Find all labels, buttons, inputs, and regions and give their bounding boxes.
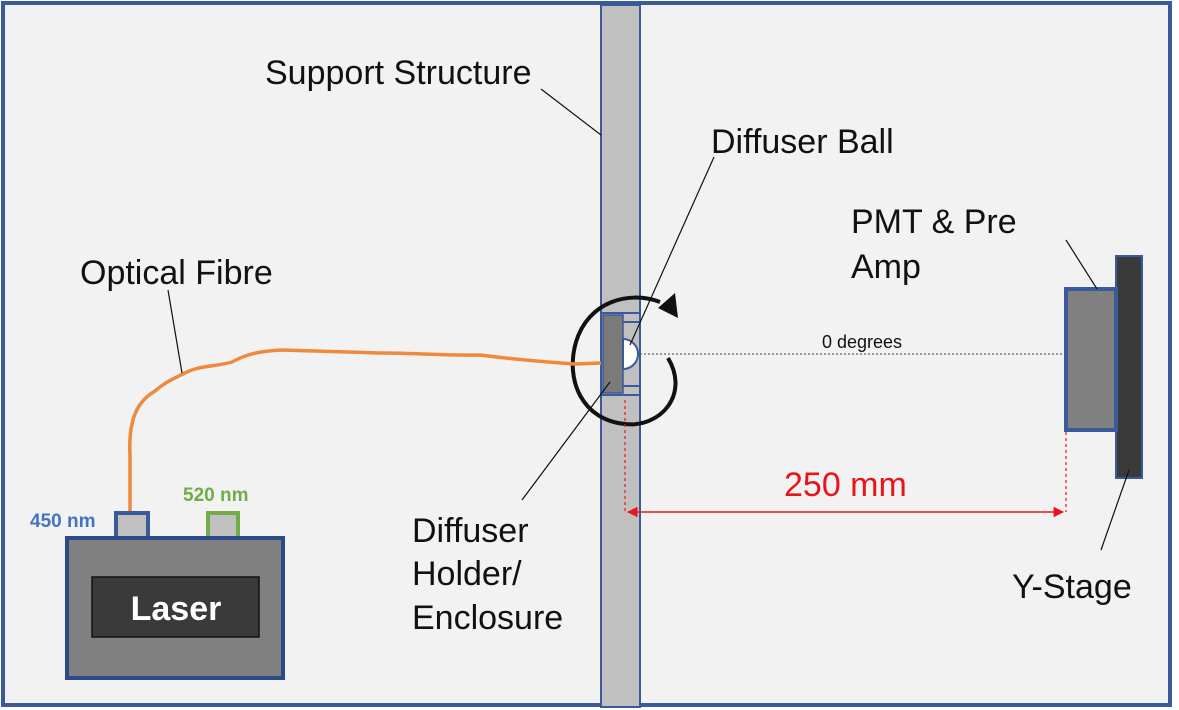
pmt-label-line2: Amp <box>851 248 921 286</box>
laser-port-450 <box>114 511 150 540</box>
y-stage <box>1115 255 1143 479</box>
laser-port-520 <box>206 511 240 540</box>
pmt-label-line1: PMT & Pre <box>851 203 1017 241</box>
holder-label-line2: Holder/ <box>412 555 522 593</box>
support-structure-label: Support Structure <box>265 54 531 92</box>
wavelength-450-label: 450 nm <box>30 511 95 532</box>
holder-label-line3: Enclosure <box>412 599 563 637</box>
optical-fibre-label: Optical Fibre <box>80 254 273 292</box>
zero-degrees-label: 0 degrees <box>822 332 902 352</box>
pmt-pre-amp <box>1064 287 1118 432</box>
distance-label: 250 mm <box>784 466 907 504</box>
y-stage-label: Y-Stage <box>1012 568 1132 606</box>
diffuser-ball-label: Diffuser Ball <box>711 123 894 161</box>
holder-label-line1: Diffuser <box>412 512 529 550</box>
diffuser-holder-insert <box>602 314 624 394</box>
setup-diagram: 0 degrees 250 mm Laser 450 nm 520 nm Sup… <box>1 1 1172 708</box>
laser-label: Laser <box>131 590 222 628</box>
wavelength-520-label: 520 nm <box>183 485 248 506</box>
